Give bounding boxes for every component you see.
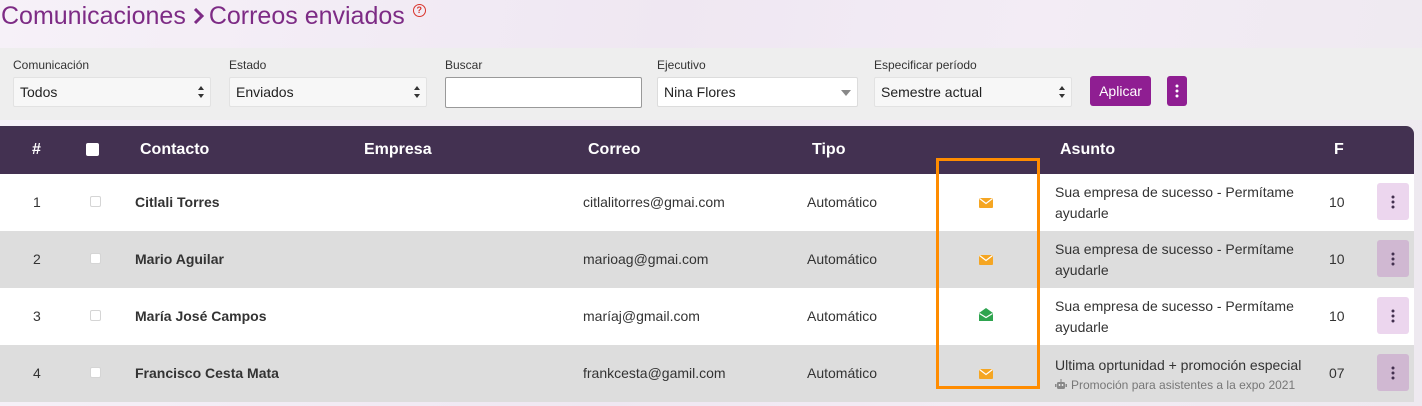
filter-comunicacion-label: Comunicación (13, 58, 90, 72)
row-checkbox[interactable] (90, 367, 101, 378)
row-contacto[interactable]: Mario Aguilar (135, 231, 224, 288)
page-title: Comunicaciones Correos enviados ? (1, 2, 426, 31)
row-asunto-note: Promoción para asistentes a la expo 2021 (1055, 377, 1315, 393)
row-correo: marioag@gmai.com (583, 251, 709, 267)
search-input[interactable] (445, 77, 642, 108)
column-header-fecha[interactable]: F (1334, 126, 1344, 174)
filter-periodo-label: Especificar período (874, 58, 977, 72)
filter-buscar: Buscar (445, 58, 642, 108)
row-asunto-text: Sua empresa de sucesso - Permítame ayuda… (1055, 297, 1294, 335)
filter-comunicacion: Comunicación Todos (13, 58, 211, 107)
column-header-correo[interactable]: Correo (588, 126, 640, 174)
row-checkbox[interactable] (90, 196, 101, 207)
robot-icon (1055, 379, 1067, 389)
row-contacto[interactable]: Francisco Cesta Mata (135, 345, 279, 402)
envelope-closed-icon[interactable] (979, 367, 993, 379)
row-menu-button[interactable] (1377, 297, 1409, 334)
ejecutivo-select[interactable]: Nina Flores (657, 77, 858, 107)
row-asunto-text: Sua empresa de sucesso - Permítame ayuda… (1055, 240, 1294, 278)
row-correo: frankcesta@gamil.com (583, 365, 726, 381)
breadcrumb-section[interactable]: Comunicaciones (1, 2, 186, 31)
row-contacto[interactable]: Citlali Torres (135, 174, 220, 231)
filter-periodo: Especificar período Semestre actual (874, 58, 1072, 107)
row-menu-button[interactable] (1377, 354, 1409, 391)
row-asunto: Sua empresa de sucesso - Permítame ayuda… (1055, 174, 1315, 231)
row-menu-button[interactable] (1377, 183, 1409, 220)
comunicacion-select-value: Todos (20, 84, 58, 100)
row-asunto-text: Ultima oprtunidad + promoción especial (1055, 356, 1302, 373)
filter-ejecutivo-label: Ejecutivo (657, 58, 706, 72)
row-number: 4 (33, 365, 41, 381)
row-correo: maríaj@gmail.com (583, 308, 700, 324)
envelope-closed-icon[interactable] (979, 253, 993, 265)
table-row[interactable]: 2 Mario Aguilar marioag@gmai.com Automát… (0, 231, 1414, 288)
select-arrows-icon (1059, 86, 1065, 98)
help-icon[interactable]: ? (412, 4, 426, 17)
row-number: 1 (33, 194, 41, 210)
filter-menu-button[interactable] (1167, 76, 1187, 106)
select-arrows-icon (414, 86, 420, 98)
table-row[interactable]: 4 Francisco Cesta Mata frankcesta@gamil.… (0, 345, 1414, 402)
select-all-checkbox[interactable] (86, 143, 99, 156)
column-header-asunto[interactable]: Asunto (1060, 126, 1115, 174)
row-asunto: Sua empresa de sucesso - Permítame ayuda… (1055, 288, 1315, 345)
apply-button[interactable]: Aplicar (1090, 76, 1151, 106)
filter-estado: Estado Enviados (229, 58, 427, 107)
chevron-down-icon (841, 90, 851, 96)
row-tipo: Automático (807, 308, 878, 324)
more-vertical-icon (1391, 195, 1395, 208)
row-fecha: 10 (1329, 251, 1345, 267)
filter-ejecutivo: Ejecutivo Nina Flores (657, 58, 858, 107)
chevron-right-icon (193, 2, 204, 31)
periodo-select[interactable]: Semestre actual (874, 77, 1072, 107)
comunicacion-select[interactable]: Todos (13, 77, 211, 107)
table-row[interactable]: 1 Citlali Torres citlalitorres@gmai.com … (0, 174, 1414, 231)
row-fecha: 07 (1329, 365, 1345, 381)
filter-estado-label: Estado (229, 58, 267, 72)
sent-emails-table: # Contacto Empresa Correo Tipo Asunto F … (0, 126, 1414, 406)
column-header-empresa[interactable]: Empresa (364, 126, 432, 174)
row-asunto: Sua empresa de sucesso - Permítame ayuda… (1055, 231, 1315, 288)
row-asunto: Ultima oprtunidad + promoción especial P… (1055, 345, 1315, 402)
more-vertical-icon (1391, 366, 1395, 379)
more-vertical-icon (1175, 84, 1179, 98)
column-header-number: # (32, 141, 41, 158)
more-vertical-icon (1391, 252, 1395, 265)
filter-bar: Comunicación Todos Estado Enviados Busca… (0, 48, 1422, 120)
envelope-open-icon[interactable] (979, 308, 993, 321)
estado-select[interactable]: Enviados (229, 77, 427, 107)
more-vertical-icon (1391, 309, 1395, 322)
row-contacto[interactable]: María José Campos (135, 288, 267, 345)
table-row[interactable]: 3 María José Campos maríaj@gmail.com Aut… (0, 288, 1414, 345)
column-header-tipo[interactable]: Tipo (812, 126, 845, 174)
ejecutivo-select-value: Nina Flores (664, 84, 736, 100)
row-checkbox[interactable] (90, 253, 101, 264)
periodo-select-value: Semestre actual (881, 84, 983, 100)
title-bar: Comunicaciones Correos enviados ? (0, 0, 1422, 40)
envelope-closed-icon[interactable] (979, 196, 993, 208)
breadcrumb-page: Correos enviados (208, 2, 405, 30)
filter-buscar-label: Buscar (445, 58, 483, 72)
row-number: 2 (33, 251, 41, 267)
select-arrows-icon (198, 86, 204, 98)
row-tipo: Automático (807, 194, 878, 210)
row-asunto-note-text: Promoción para asistentes a la expo 2021 (1071, 377, 1296, 392)
row-fecha: 10 (1329, 308, 1345, 324)
row-number: 3 (33, 308, 41, 324)
row-tipo: Automático (807, 251, 878, 267)
estado-select-value: Enviados (236, 84, 294, 100)
table-header: # Contacto Empresa Correo Tipo Asunto F (0, 126, 1414, 174)
row-menu-button[interactable] (1377, 240, 1409, 277)
row-fecha: 10 (1329, 194, 1345, 210)
row-checkbox[interactable] (90, 310, 101, 321)
row-tipo: Automático (807, 365, 878, 381)
column-header-contacto[interactable]: Contacto (140, 126, 209, 174)
row-correo: citlalitorres@gmai.com (583, 194, 725, 210)
row-asunto-text: Sua empresa de sucesso - Permítame ayuda… (1055, 183, 1294, 221)
